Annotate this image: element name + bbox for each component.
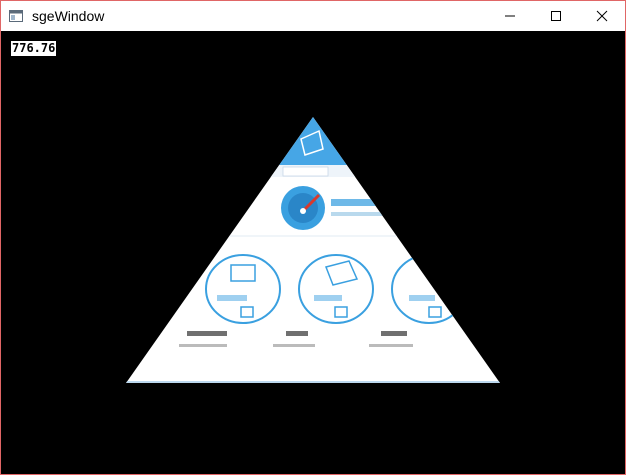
minimize-button[interactable] — [487, 1, 533, 31]
render-canvas[interactable]: 776.76 — [1, 31, 625, 474]
minimize-icon — [505, 15, 515, 17]
title-bar[interactable]: sgeWindow — [1, 1, 625, 31]
app-window: sgeWindow 776.76 — [0, 0, 626, 475]
close-button[interactable] — [579, 1, 625, 31]
window-title: sgeWindow — [32, 8, 105, 24]
maximize-icon — [551, 11, 561, 21]
close-icon — [596, 10, 608, 22]
rendered-triangle — [126, 117, 500, 383]
maximize-button[interactable] — [533, 1, 579, 31]
fps-counter: 776.76 — [11, 41, 57, 56]
window-app-icon — [9, 9, 23, 22]
